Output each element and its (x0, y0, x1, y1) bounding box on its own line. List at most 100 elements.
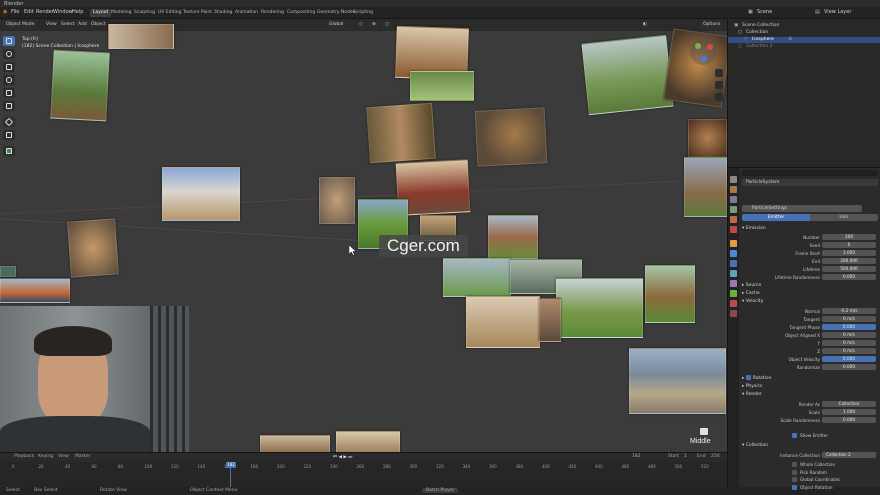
instance-collection-row[interactable]: Instance Collection Collection 2 (742, 452, 878, 459)
rotation-checkbox[interactable] (745, 375, 751, 380)
property-row[interactable]: Normal -0.2 m/s (742, 308, 878, 315)
property-value-field[interactable]: 200.000 (822, 258, 876, 264)
tab-scripting[interactable]: Scripting (350, 9, 376, 17)
property-row[interactable]: Object Velocity 0.000 (742, 356, 878, 363)
property-value-field[interactable]: -0.2 m/s (822, 308, 876, 314)
playback-controls-icon[interactable]: ⏮ ◀ ▶ ⏭ (333, 454, 352, 460)
physics-tab-icon[interactable] (730, 270, 737, 277)
outliner-row[interactable]: ▣ Scene Collection (728, 23, 880, 29)
tab-animation[interactable]: Animation (232, 9, 261, 17)
section-velocity[interactable]: ▾ Velocity (742, 298, 878, 305)
collection-option-checkbox[interactable] (792, 462, 797, 467)
menu-render[interactable]: Render (36, 9, 54, 15)
pan-icon[interactable] (715, 81, 723, 89)
property-value-field[interactable]: 0.000 (822, 364, 876, 370)
menu-window[interactable]: Window (53, 9, 73, 15)
property-value-field[interactable]: 0.000 (822, 356, 876, 362)
property-row[interactable]: Tangent 0 m/s (742, 316, 878, 323)
data-tab-icon[interactable] (730, 290, 737, 297)
tab-sculpting[interactable]: Sculpting (131, 9, 158, 17)
outliner-row[interactable]: ▽ Icosphere ⁂ (728, 37, 880, 43)
collection-option-row[interactable]: Pick Random (742, 469, 878, 476)
property-value-field[interactable]: 200 (822, 234, 876, 240)
timeline-view-menu[interactable]: View (58, 454, 69, 459)
particles-tab-icon[interactable] (730, 260, 737, 267)
particle-settings-field[interactable]: ParticleSettings (742, 205, 862, 212)
property-value-field[interactable]: 1.000 (822, 250, 876, 256)
playhead[interactable]: 182 (226, 462, 236, 468)
constraints-tab-icon[interactable] (730, 280, 737, 287)
object-tab-icon[interactable] (730, 240, 737, 247)
emitter-type-button[interactable]: Emitter (742, 214, 810, 221)
timeline-marker-menu[interactable]: Marker (75, 454, 91, 459)
view-layer-tab-icon[interactable] (730, 206, 737, 213)
property-row[interactable]: Z0 m/s (742, 348, 878, 355)
show-emitter-checkbox[interactable] (792, 433, 797, 438)
property-row[interactable]: Lifetime Randomness 0.000 (742, 274, 878, 281)
property-value-field[interactable]: 0 m/s (822, 332, 876, 338)
collection-option-row[interactable]: Object Rotation (742, 484, 878, 491)
outliner-panel[interactable]: ▣ Scene Collection ▢ Collection ▽ Icosph… (727, 19, 880, 167)
property-row[interactable]: Number 200 (742, 234, 878, 241)
end-frame-field[interactable]: 250 (711, 454, 720, 459)
particle-system-list[interactable]: ParticleSystem (742, 179, 878, 186)
property-row[interactable]: Frame Start 1.000 (742, 250, 878, 257)
camera-view-icon[interactable] (715, 93, 723, 101)
outliner-row[interactable]: ▢ Collection (728, 30, 880, 36)
property-value-field[interactable]: 0 (822, 242, 876, 248)
current-frame-field[interactable]: 182 (632, 454, 641, 459)
section-source[interactable]: ▸ Source (742, 282, 878, 289)
property-value-field[interactable]: 0 m/s (822, 348, 876, 354)
tool-tab-icon[interactable] (730, 176, 737, 183)
property-row[interactable]: Tangent Phase 0.000 (742, 324, 878, 331)
render-tab-icon[interactable] (730, 186, 737, 193)
start-frame-field[interactable]: 1 (684, 454, 687, 459)
scene-tab-icon[interactable] (730, 216, 737, 223)
property-row[interactable]: Y0 m/s (742, 340, 878, 347)
property-row[interactable]: Render As Collection (742, 401, 878, 408)
timeline-playback-menu[interactable]: Playback (14, 454, 34, 459)
collection-option-checkbox[interactable] (792, 477, 797, 482)
section-collection[interactable]: ▾ Collection (742, 442, 878, 449)
hair-type-button[interactable]: Hair (810, 214, 878, 221)
section-physics[interactable]: ▸ Physics (742, 383, 878, 390)
navigation-gizmo[interactable] (688, 37, 718, 67)
collection-option-checkbox[interactable] (792, 469, 797, 475)
menu-edit[interactable]: Edit (24, 9, 34, 15)
property-value-field[interactable]: 0.000 (822, 324, 876, 330)
show-emitter-row[interactable]: Show Emitter (742, 432, 878, 439)
property-row[interactable]: Scale 1.000 (742, 409, 878, 416)
property-value-field[interactable]: 1.000 (822, 409, 876, 415)
material-tab-icon[interactable] (730, 300, 737, 307)
instance-collection-field[interactable]: Collection 2 (822, 452, 876, 458)
section-rotation[interactable]: ▸ Rotation (742, 375, 878, 382)
property-row[interactable]: Seed 0 (742, 242, 878, 249)
menu-file[interactable]: File (11, 9, 19, 15)
zoom-icon[interactable] (715, 69, 723, 77)
properties-panel[interactable]: ParticleSystem ParticleSettings Emitter … (727, 167, 880, 490)
property-row[interactable]: Lifetime 500.000 (742, 266, 878, 273)
blender-logo-icon[interactable]: ◉ (3, 9, 7, 15)
property-row[interactable]: Scale Randomness 0.000 (742, 417, 878, 424)
section-emission[interactable]: ▾ Emission (742, 225, 878, 232)
collection-option-row[interactable]: Whole Collection (742, 461, 878, 468)
property-row[interactable]: Object Aligned X0 m/s (742, 332, 878, 339)
tab-rendering[interactable]: Rendering (258, 9, 287, 17)
property-value-field[interactable]: 0 m/s (822, 340, 876, 346)
properties-search-input[interactable] (742, 170, 878, 176)
collection-option-checkbox[interactable] (792, 484, 797, 490)
section-render[interactable]: ▾ Render (742, 391, 878, 398)
output-tab-icon[interactable] (730, 196, 737, 203)
menu-help[interactable]: Help (72, 9, 83, 15)
view-layer-selector[interactable]: View Layer (824, 9, 851, 15)
property-value-field[interactable]: 500.000 (822, 266, 876, 272)
property-value-field[interactable]: Collection (822, 401, 876, 407)
tab-texture-paint[interactable]: Texture Paint (180, 9, 215, 17)
scene-icon[interactable]: ▣ (748, 9, 753, 15)
property-value-field[interactable]: 0.000 (822, 274, 876, 280)
property-value-field[interactable]: 0 m/s (822, 316, 876, 322)
property-value-field[interactable]: 0.000 (822, 417, 876, 423)
scene-selector[interactable]: Scene (757, 9, 772, 15)
timeline-editor[interactable]: Playback Keying View Marker ⏮ ◀ ▶ ⏭ 182 … (0, 452, 727, 488)
collection-option-row[interactable]: Global Coordinates (742, 476, 878, 483)
